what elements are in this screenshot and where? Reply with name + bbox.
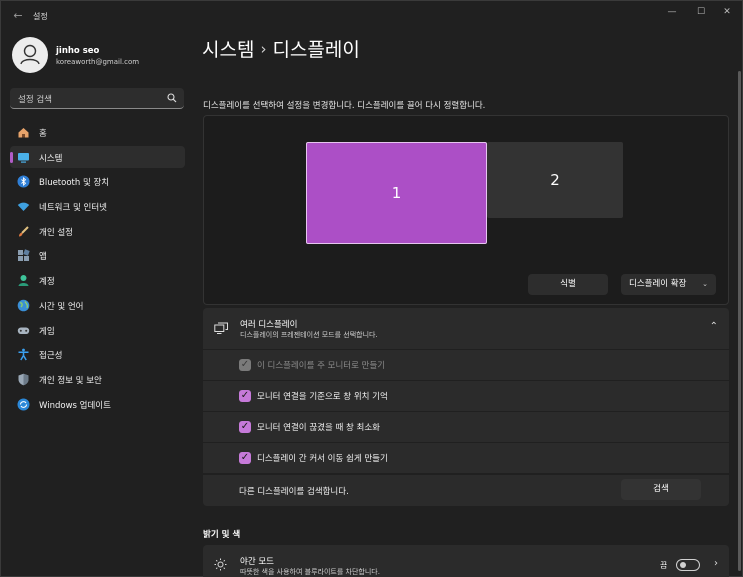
settings-window: ← 설정 — ☐ ✕ jinho seo koreaworth@gmail.co… <box>0 0 743 577</box>
sidebar-item-label: Bluetooth 및 장치 <box>39 178 110 189</box>
multiple-displays-title: 여러 디스플레이 <box>240 320 298 330</box>
user-icon <box>20 44 40 65</box>
remember-positions-checkbox[interactable]: ✓ <box>239 390 251 402</box>
toggle-knob <box>680 562 686 568</box>
app-title: 설정 <box>33 12 48 21</box>
minimize-button[interactable]: — <box>657 5 687 19</box>
display-mode-dropdown[interactable]: 디스플레이 확장 ⌄ <box>621 274 716 295</box>
sidebar-item-system[interactable]: 시스템 <box>10 145 185 168</box>
sidebar-item-personalization[interactable]: 개인 설정 <box>10 220 185 242</box>
sidebar-item-label: 게임 <box>39 326 55 337</box>
scrollbar[interactable] <box>738 71 741 571</box>
option-row-main-display: ✓ 이 디스플레이를 주 모니터로 만들기 <box>203 350 729 380</box>
breadcrumb-parent[interactable]: 시스템 <box>202 39 254 61</box>
sidebar-item-label: 네트워크 및 인터넷 <box>39 203 107 214</box>
detect-button[interactable]: 검색 <box>621 479 701 500</box>
remember-positions-label: 모니터 연결을 기준으로 창 위치 기억 <box>257 392 388 402</box>
chevron-right-icon[interactable]: › <box>714 558 718 569</box>
brush-icon <box>19 226 29 237</box>
user-name: jinho seo <box>56 46 100 56</box>
accessibility-icon <box>18 348 29 361</box>
option-row-minimize-windows[interactable]: ✓ 모니터 연결이 끊겼을 때 창 최소화 <box>203 412 729 442</box>
sidebar-item-apps[interactable]: 앱 <box>10 244 185 266</box>
multiple-displays-icon <box>214 322 228 334</box>
night-light-row[interactable]: 야간 모드 따뜻한 색을 사용하여 블루라이트를 차단합니다. 끔 › <box>203 545 729 577</box>
sidebar-item-label: 시간 및 언어 <box>39 301 84 312</box>
night-light-subtitle: 따뜻한 색을 사용하여 블루라이트를 차단합니다. <box>240 568 380 576</box>
sidebar-item-privacy[interactable]: 개인 정보 및 보안 <box>10 368 185 390</box>
search-icon[interactable] <box>167 93 177 103</box>
page-title: 디스플레이 <box>272 39 360 61</box>
multiple-displays-subtitle: 디스플레이의 프레젠테이션 모드를 선택합니다. <box>240 331 378 339</box>
breadcrumb: 시스템 › 디스플레이 <box>202 35 360 62</box>
main-display-checkbox: ✓ <box>239 359 251 371</box>
user-email: koreaworth@gmail.com <box>56 58 140 66</box>
minimize-windows-checkbox[interactable]: ✓ <box>239 421 251 433</box>
option-row-remember-positions[interactable]: ✓ 모니터 연결을 기준으로 창 위치 기억 <box>203 381 729 411</box>
sidebar-item-label: 개인 정보 및 보안 <box>39 375 102 386</box>
back-button[interactable]: ← <box>11 9 25 23</box>
chevron-up-icon[interactable]: ⌃ <box>710 321 718 332</box>
sidebar-item-network[interactable]: 네트워크 및 인터넷 <box>10 195 185 217</box>
search-input[interactable]: 설정 검색 <box>18 93 158 105</box>
sun-icon <box>214 558 227 571</box>
bluetooth-icon <box>17 175 30 188</box>
night-light-toggle[interactable] <box>676 559 700 571</box>
sidebar-item-label: 시스템 <box>39 153 63 164</box>
sidebar-item-label: 개인 설정 <box>39 227 73 238</box>
minimize-windows-label: 모니터 연결이 끊겼을 때 창 최소화 <box>257 423 380 433</box>
breadcrumb-separator: › <box>260 40 267 58</box>
sidebar-item-home[interactable]: 홈 <box>10 121 185 143</box>
sidebar-item-label: 홈 <box>39 129 47 139</box>
display-mode-value: 디스플레이 확장 <box>629 279 687 289</box>
gamepad-icon <box>17 327 30 334</box>
detect-displays-label: 다른 디스플레이를 검색합니다. <box>239 487 349 497</box>
sidebar-item-bluetooth[interactable]: Bluetooth 및 장치 <box>10 170 185 192</box>
wifi-icon <box>17 202 30 212</box>
identify-button[interactable]: 식별 <box>528 274 608 295</box>
update-icon <box>17 398 30 411</box>
night-light-state: 끔 <box>660 561 668 570</box>
home-icon <box>18 128 29 138</box>
sidebar-item-label: 계정 <box>39 277 55 288</box>
monitor-2[interactable]: 2 <box>487 142 623 218</box>
option-row-cursor-move[interactable]: ✓ 디스플레이 간 커서 이동 쉽게 만들기 <box>203 443 729 473</box>
sidebar-item-gaming[interactable]: 게임 <box>10 319 185 341</box>
globe-icon <box>17 299 30 312</box>
sidebar-item-label: 앱 <box>39 252 47 263</box>
sidebar-nav: 홈 시스템 Bluetooth 및 장치 네트워크 및 인터넷 개인 설정 앱 … <box>10 121 185 417</box>
sidebar-item-time-language[interactable]: 시간 및 언어 <box>10 294 185 316</box>
display-arrangement-panel: 1 2 식별 디스플레이 확장 ⌄ <box>203 115 729 305</box>
sidebar-item-accessibility[interactable]: 접근성 <box>10 343 185 365</box>
title-bar: ← 설정 — ☐ ✕ <box>1 1 742 31</box>
cursor-move-label: 디스플레이 간 커서 이동 쉽게 만들기 <box>257 454 388 464</box>
main-display-label: 이 디스플레이를 주 모니터로 만들기 <box>257 361 386 371</box>
sidebar-item-windows-update[interactable]: Windows 업데이트 <box>10 393 185 415</box>
avatar[interactable] <box>12 37 48 73</box>
arrange-instruction: 디스플레이를 선택하여 설정을 변경합니다. 디스플레이를 끌어 다시 정렬합니… <box>203 101 486 111</box>
chevron-down-icon: ⌄ <box>702 280 708 288</box>
system-icon <box>18 152 29 163</box>
shield-icon <box>18 373 29 386</box>
account-icon <box>18 275 29 287</box>
monitor-1[interactable]: 1 <box>306 142 487 244</box>
brightness-section-title: 밝기 및 색 <box>203 530 241 540</box>
option-row-detect: 다른 디스플레이를 검색합니다. 검색 <box>203 475 729 506</box>
apps-icon <box>18 249 30 262</box>
close-button[interactable]: ✕ <box>712 5 742 19</box>
night-light-title: 야간 모드 <box>240 557 274 567</box>
cursor-move-checkbox[interactable]: ✓ <box>239 452 251 464</box>
multiple-displays-header[interactable]: 여러 디스플레이 디스플레이의 프레젠테이션 모드를 선택합니다. ⌃ <box>203 308 729 349</box>
sidebar-item-label: Windows 업데이트 <box>39 400 111 411</box>
search-box[interactable]: 설정 검색 <box>10 88 184 109</box>
sidebar-item-accounts[interactable]: 계정 <box>10 269 185 291</box>
sidebar-item-label: 접근성 <box>39 351 63 362</box>
